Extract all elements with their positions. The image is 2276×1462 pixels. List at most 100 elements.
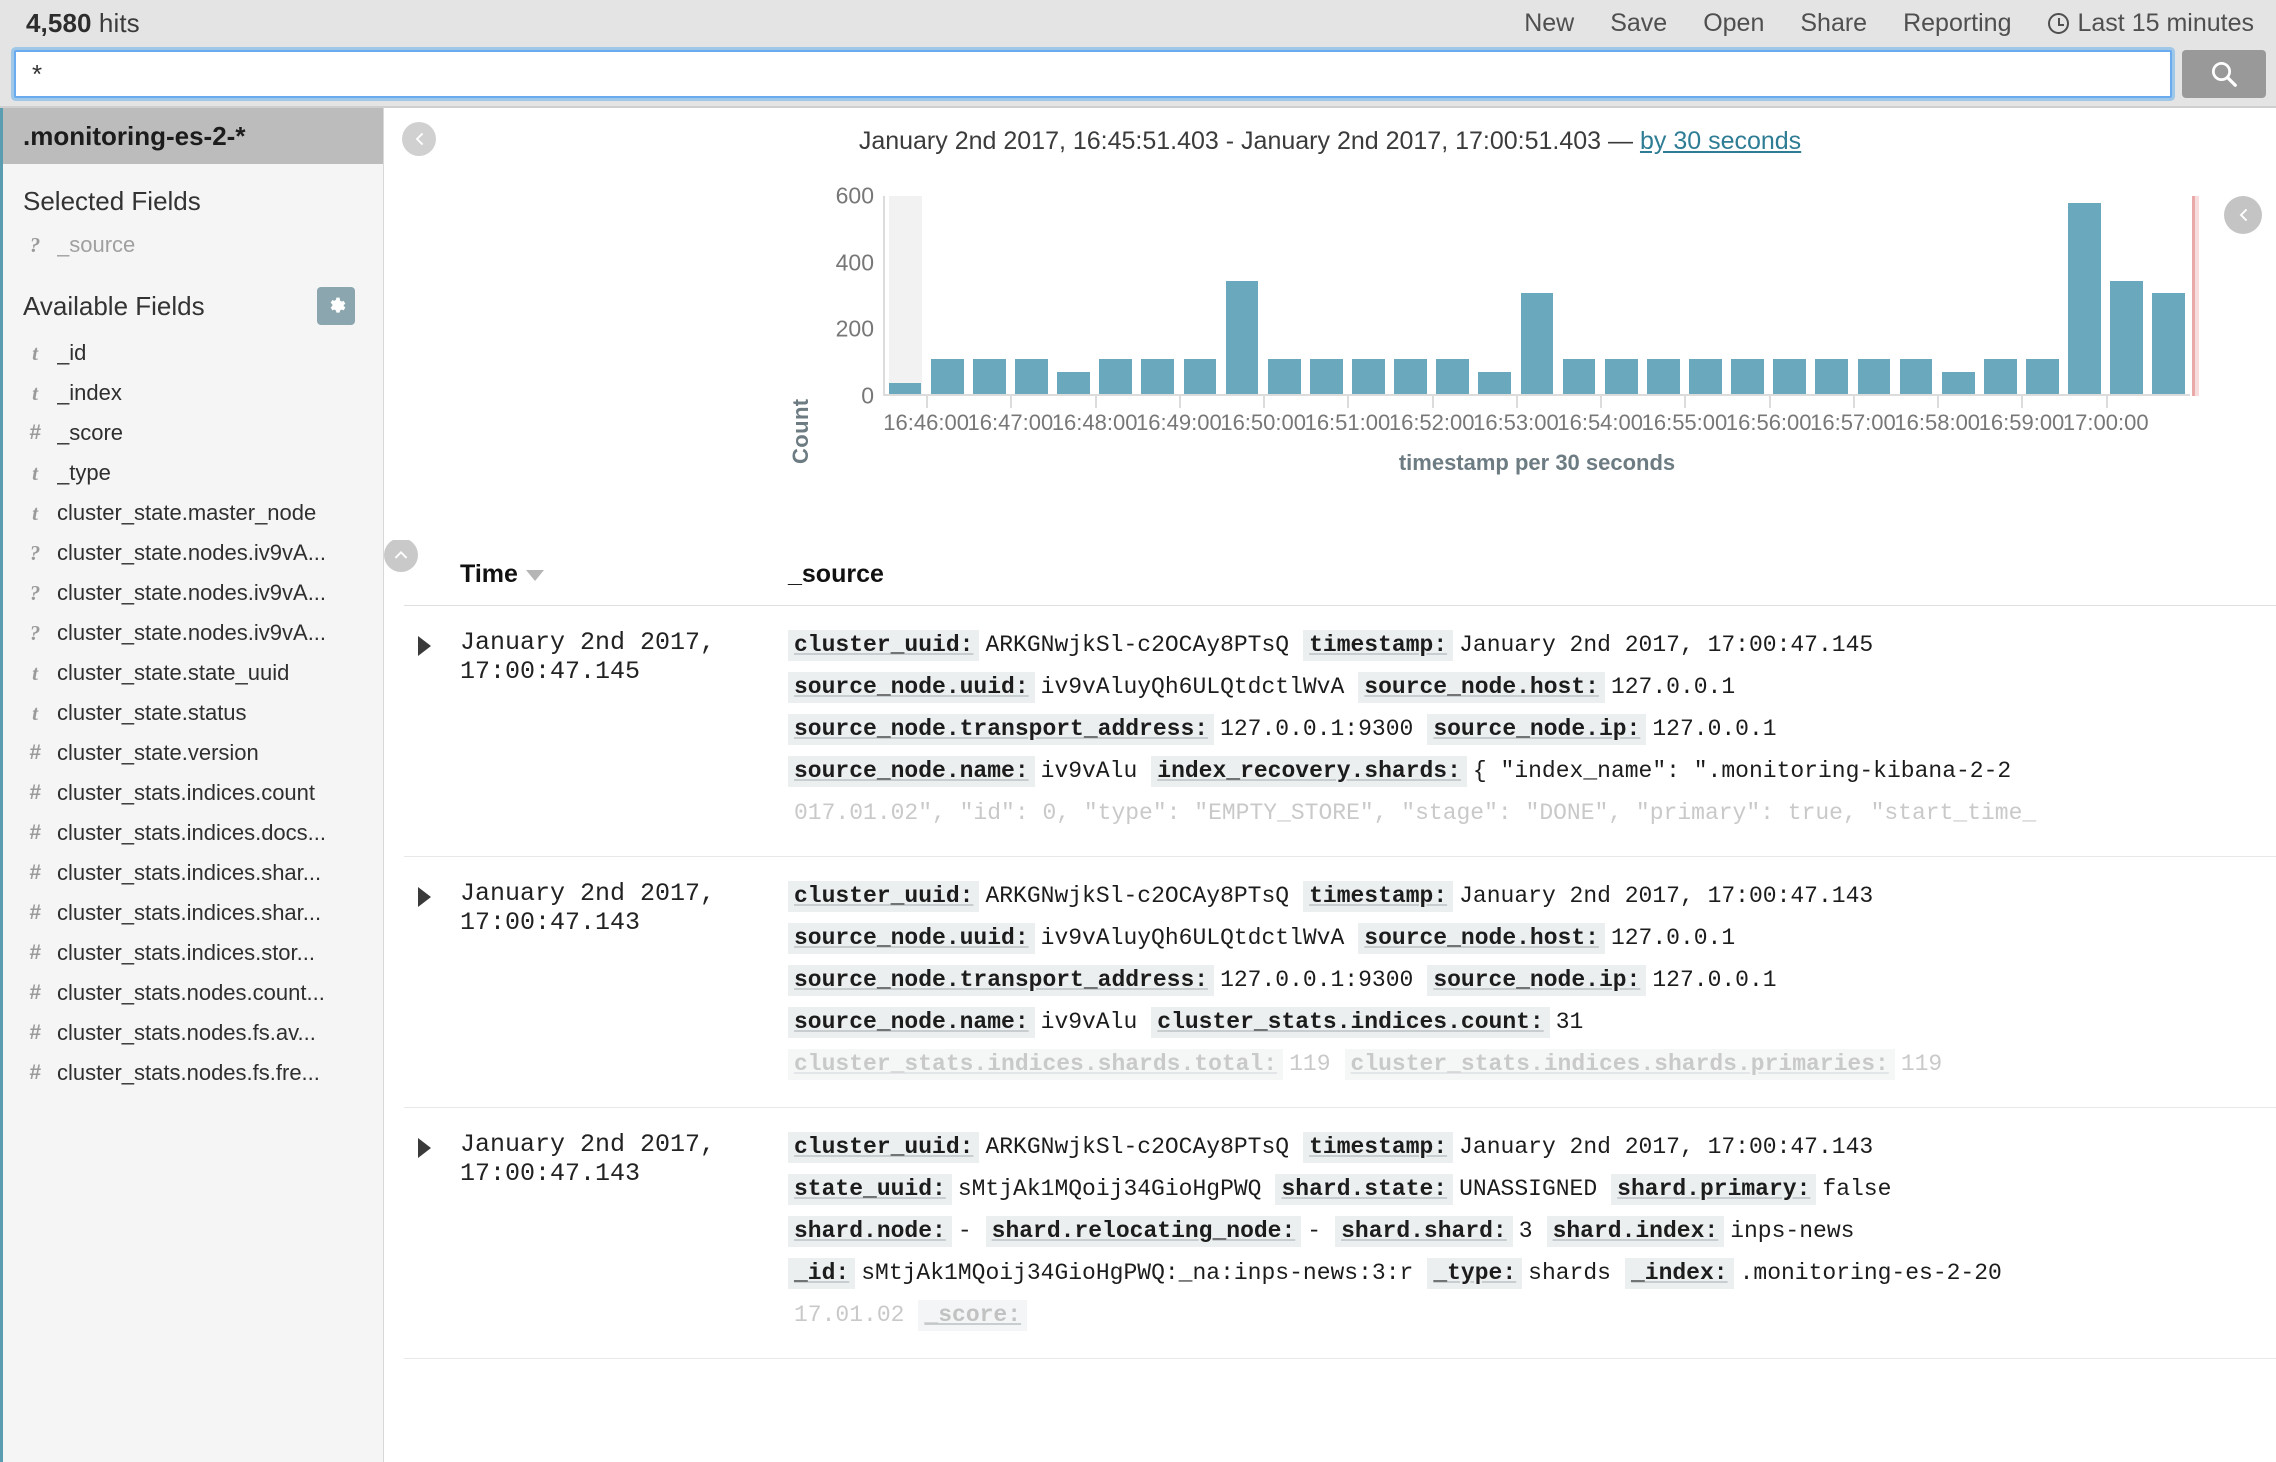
query-input-wrapper[interactable]	[14, 50, 2172, 98]
histogram-bar[interactable]	[1941, 372, 1975, 396]
histogram-bar-cell[interactable]	[1179, 196, 1221, 396]
time-picker-button[interactable]: Last 15 minutes	[2030, 5, 2259, 42]
histogram-bar[interactable]	[1394, 358, 1427, 396]
field-item--id[interactable]: t _id	[3, 333, 383, 373]
histogram-bar[interactable]	[1183, 358, 1217, 396]
histogram-bar-cell[interactable]	[884, 196, 926, 396]
field-item-cluster-stats-indices-shar-[interactable]: # cluster_stats.indices.shar...	[3, 853, 383, 893]
row-expand-cell[interactable]	[404, 856, 460, 1109]
histogram-bar-cell[interactable]	[2148, 196, 2190, 396]
histogram-bar[interactable]	[1983, 358, 2017, 396]
histogram-bar[interactable]	[1099, 358, 1133, 396]
field-item--type[interactable]: t _type	[3, 453, 383, 493]
expand-caret-icon[interactable]	[418, 887, 431, 908]
histogram-bar-cell[interactable]	[1053, 196, 1095, 396]
histogram-bar[interactable]	[1815, 358, 1849, 396]
nav-reporting[interactable]: Reporting	[1885, 5, 2029, 42]
table-header-source[interactable]: _source	[788, 540, 2276, 606]
field-item--score[interactable]: # _score	[3, 413, 383, 453]
histogram-bar-cell[interactable]	[1432, 196, 1474, 396]
histogram-bar[interactable]	[1604, 358, 1638, 396]
field-item--source[interactable]: ? _source	[3, 225, 383, 265]
histogram-bar-cell[interactable]	[1811, 196, 1853, 396]
gear-icon[interactable]	[317, 287, 355, 325]
expand-caret-icon[interactable]	[418, 1138, 431, 1159]
histogram-bar-cell[interactable]	[1474, 196, 1516, 396]
histogram-bar-cell[interactable]	[1010, 196, 1052, 396]
histogram-bar-cell[interactable]	[926, 196, 968, 396]
histogram-bar[interactable]	[1520, 293, 1554, 396]
histogram-bar-cell[interactable]	[1137, 196, 1179, 396]
histogram-bar-cell[interactable]	[1305, 196, 1347, 396]
histogram-bar[interactable]	[972, 358, 1006, 396]
histogram-bar[interactable]	[1478, 372, 1512, 396]
histogram-bar[interactable]	[1562, 358, 1596, 396]
histogram-bar[interactable]	[1857, 358, 1891, 396]
histogram-bar[interactable]	[1057, 372, 1090, 396]
histogram-bar[interactable]	[1267, 358, 1301, 396]
table-row[interactable]: January 2nd 2017, 17:00:47.145 cluster_uu…	[404, 605, 2276, 858]
field-item-cluster-stats-indices-shar-[interactable]: # cluster_stats.indices.shar...	[3, 893, 383, 933]
field-item--index[interactable]: t _index	[3, 373, 383, 413]
table-row[interactable]: January 2nd 2017, 17:00:47.143 cluster_uu…	[404, 856, 2276, 1109]
histogram-bar[interactable]	[930, 358, 964, 396]
histogram-bar[interactable]	[1646, 358, 1680, 396]
histogram-bar[interactable]	[2110, 281, 2144, 396]
histogram-bar[interactable]	[1352, 358, 1385, 396]
histogram-bar-cell[interactable]	[2106, 196, 2148, 396]
histogram-bar[interactable]	[1773, 358, 1807, 396]
histogram-bar-cell[interactable]	[1558, 196, 1600, 396]
histogram-bar-cell[interactable]	[1347, 196, 1389, 396]
histogram-bar-cell[interactable]	[1221, 196, 1263, 396]
histogram-bar[interactable]	[1309, 358, 1343, 396]
histogram-bar[interactable]	[2068, 203, 2101, 396]
row-expand-cell[interactable]	[404, 1107, 460, 1360]
histogram-bar[interactable]	[1436, 358, 1470, 396]
histogram-bar[interactable]	[1141, 358, 1175, 396]
index-pattern-selector[interactable]: .monitoring-es-2-*	[3, 108, 383, 164]
field-item-cluster-state-master-node[interactable]: t cluster_state.master_node	[3, 493, 383, 533]
histogram-bar-cell[interactable]	[1516, 196, 1558, 396]
field-item-cluster-state-nodes-iv9va-[interactable]: ? cluster_state.nodes.iv9vA...	[3, 613, 383, 653]
field-item-cluster-stats-nodes-count-[interactable]: # cluster_stats.nodes.count...	[3, 973, 383, 1013]
histogram-bar-cell[interactable]	[2021, 196, 2063, 396]
histogram-bar[interactable]	[1899, 358, 1933, 396]
histogram-bar-cell[interactable]	[1600, 196, 1642, 396]
field-item-cluster-stats-indices-docs-[interactable]: # cluster_stats.indices.docs...	[3, 813, 383, 853]
histogram-bar-cell[interactable]	[1684, 196, 1726, 396]
field-item-cluster-stats-indices-stor-[interactable]: # cluster_stats.indices.stor...	[3, 933, 383, 973]
histogram-bar-cell[interactable]	[1895, 196, 1937, 396]
histogram-bar[interactable]	[2152, 293, 2186, 396]
table-header-time[interactable]: Time	[460, 540, 788, 606]
chevron-left-icon-right[interactable]	[2224, 196, 2262, 234]
field-item-cluster-state-status[interactable]: t cluster_state.status	[3, 693, 383, 733]
histogram-bar-cell[interactable]	[1095, 196, 1137, 396]
sort-caret-icon[interactable]	[525, 569, 544, 581]
histogram-bar-cell[interactable]	[968, 196, 1010, 396]
histogram-bar[interactable]	[1731, 358, 1764, 396]
histogram-bar[interactable]	[2026, 358, 2059, 396]
interval-link[interactable]: by 30 seconds	[1640, 127, 1801, 155]
histogram-bar[interactable]	[1689, 358, 1722, 396]
histogram-bar-cell[interactable]	[1937, 196, 1979, 396]
nav-new[interactable]: New	[1506, 5, 1592, 42]
field-item-cluster-stats-nodes-fs-fre-[interactable]: # cluster_stats.nodes.fs.fre...	[3, 1053, 383, 1093]
field-item-cluster-stats-nodes-fs-av-[interactable]: # cluster_stats.nodes.fs.av...	[3, 1013, 383, 1053]
histogram-bar[interactable]	[1225, 281, 1259, 396]
histogram-bar-cell[interactable]	[2064, 196, 2106, 396]
histogram-bar[interactable]	[1015, 358, 1048, 396]
histogram-bar-cell[interactable]	[1263, 196, 1305, 396]
chevron-left-icon[interactable]	[402, 122, 436, 156]
search-input[interactable]	[30, 52, 2156, 96]
histogram-bar-cell[interactable]	[1979, 196, 2021, 396]
field-item-cluster-stats-indices-count[interactable]: # cluster_stats.indices.count	[3, 773, 383, 813]
histogram-bar-cell[interactable]	[1390, 196, 1432, 396]
histogram-bar-cell[interactable]	[1853, 196, 1895, 396]
field-item-cluster-state-state-uuid[interactable]: t cluster_state.state_uuid	[3, 653, 383, 693]
field-item-cluster-state-nodes-iv9va-[interactable]: ? cluster_state.nodes.iv9vA...	[3, 533, 383, 573]
histogram-bar-cell[interactable]	[1769, 196, 1811, 396]
nav-open[interactable]: Open	[1685, 5, 1782, 42]
table-row[interactable]: January 2nd 2017, 17:00:47.143 cluster_uu…	[404, 1107, 2276, 1360]
nav-save[interactable]: Save	[1592, 5, 1685, 42]
histogram-bar-cell[interactable]	[1642, 196, 1684, 396]
